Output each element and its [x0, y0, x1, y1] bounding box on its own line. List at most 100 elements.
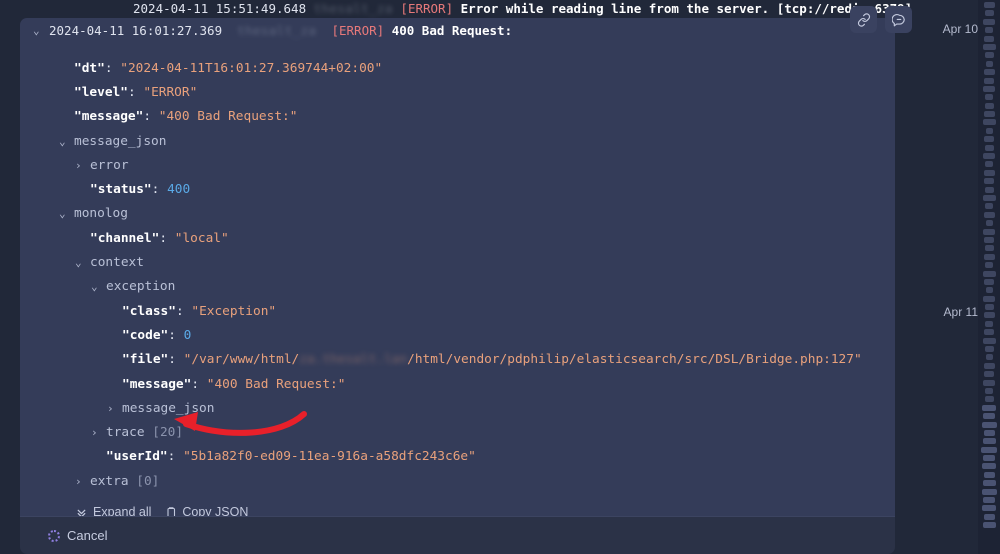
chevron-down-icon[interactable]: ⌄	[33, 18, 49, 44]
json-colon: :	[151, 182, 168, 198]
minimap-line	[984, 329, 994, 336]
minimap-line	[982, 522, 996, 529]
json-value: "ERROR"	[143, 84, 198, 100]
json-row[interactable]: › error	[20, 153, 895, 177]
minimap-line	[983, 2, 995, 8]
json-node-name: message_json	[122, 400, 215, 416]
chevron-down-icon[interactable]: ⌄	[59, 207, 74, 220]
minimap-line	[983, 513, 995, 520]
minimap-line	[984, 178, 994, 185]
minimap-line	[984, 10, 994, 17]
json-row: "file": "/var/www/html/za.thesalt.lan/ht…	[20, 348, 895, 372]
minimap-line	[982, 43, 996, 50]
minimap-line	[985, 354, 993, 361]
row-action-buttons	[850, 6, 912, 33]
log-timestamp: 2024-04-11 15:51:49.648	[133, 1, 307, 16]
minimap-line	[985, 127, 993, 134]
json-key: "level"	[74, 84, 128, 100]
panel-footer: Cancel	[20, 516, 895, 554]
minimap-line	[982, 270, 996, 277]
json-node-name: message_json	[74, 133, 167, 149]
json-colon: :	[167, 449, 184, 465]
json-node-name: trace	[106, 425, 145, 441]
minimap-line	[985, 262, 993, 269]
log-viewer-root: 2024-04-11 15:51:49.648 thesalt_za [ERRO…	[0, 0, 1000, 554]
json-colon: :	[168, 352, 184, 368]
minimap-line	[983, 455, 995, 462]
minimap-line	[984, 102, 994, 109]
json-node-name: error	[90, 157, 129, 173]
comment-icon	[891, 13, 906, 27]
link-icon-button[interactable]	[850, 6, 877, 33]
minimap-line	[984, 77, 994, 84]
json-value-path-suffix: /html/vendor/pdphilip/elasticsearch/src/…	[407, 352, 862, 368]
json-key: "class"	[122, 303, 176, 319]
minimap-line	[984, 236, 994, 243]
minimap-line	[982, 480, 996, 487]
comment-icon-button[interactable]	[885, 6, 912, 33]
cancel-label: Cancel	[67, 528, 108, 543]
json-row[interactable]: › extra [0]	[20, 469, 895, 493]
json-node-name: context	[90, 255, 144, 271]
minimap-line	[984, 136, 994, 143]
minimap-line	[985, 220, 993, 227]
json-key: "message"	[122, 376, 192, 392]
json-value: 0	[183, 327, 192, 343]
minimap-line	[985, 161, 993, 168]
minimap-line	[985, 203, 993, 210]
chevron-right-icon[interactable]: ›	[91, 426, 106, 439]
json-row[interactable]: ⌄ exception	[20, 275, 895, 299]
minimap-scrollbar[interactable]	[978, 0, 1000, 554]
minimap-line	[984, 346, 994, 353]
json-row: "dt": "2024-04-11T16:01:27.369744+02:00"	[20, 56, 895, 80]
minimap-line	[982, 404, 996, 411]
json-colon: :	[159, 230, 175, 246]
minimap-line	[981, 488, 997, 495]
json-key: "code"	[122, 327, 169, 343]
json-row[interactable]: ⌄ monolog	[20, 202, 895, 226]
gutter-date-label: Apr 11	[943, 305, 978, 319]
json-colon: :	[104, 60, 121, 76]
json-row: "code": 0	[20, 323, 895, 347]
minimap-line	[983, 379, 995, 386]
log-line-expanded-header[interactable]: ⌄ 2024-04-11 16:01:27.369 thesalt_za [ER…	[20, 18, 895, 44]
chevron-right-icon[interactable]: ›	[75, 159, 90, 172]
json-row[interactable]: ⌄ context	[20, 250, 895, 274]
json-key: "message"	[74, 109, 144, 125]
json-row: "message": "400 Bad Request:"	[20, 372, 895, 396]
expanded-message: 400 Bad Request:	[391, 23, 513, 38]
chevron-down-icon[interactable]: ⌄	[59, 135, 74, 148]
minimap-line	[984, 278, 994, 285]
json-value: "local"	[174, 230, 229, 246]
chevron-down-icon[interactable]: ⌄	[75, 256, 90, 269]
minimap-line	[983, 429, 995, 436]
json-value: 400	[167, 182, 191, 198]
json-value-path-prefix: "/var/www/html/	[183, 352, 300, 368]
minimap-line	[985, 27, 993, 34]
json-key: "dt"	[74, 60, 105, 76]
json-row[interactable]: › message_json	[20, 396, 895, 420]
json-colon: :	[175, 303, 192, 319]
expanded-source-redacted: thesalt_za	[237, 23, 317, 38]
chevron-right-icon[interactable]: ›	[75, 475, 90, 488]
json-value: "400 Bad Request:"	[206, 376, 346, 392]
json-row: "message": "400 Bad Request:"	[20, 105, 895, 129]
minimap-line	[984, 396, 994, 403]
json-value: "5b1a82f0-ed09-11ea-916a-a58dfc243c6e"	[183, 449, 476, 465]
log-level-badge: [ERROR]	[400, 1, 454, 16]
json-row[interactable]: ⌄ message_json	[20, 129, 895, 153]
json-row: "status": 400	[20, 177, 895, 201]
minimap-line	[983, 312, 995, 319]
cancel-button[interactable]: Cancel	[48, 528, 107, 543]
minimap-line	[984, 144, 994, 151]
json-key: "userId"	[106, 449, 168, 465]
json-row[interactable]: › trace [20]	[20, 420, 895, 444]
minimap-line	[984, 186, 994, 193]
chevron-right-icon[interactable]: ›	[107, 402, 122, 415]
json-tree: "dt": "2024-04-11T16:01:27.369744+02:00"…	[20, 44, 895, 493]
minimap-line	[984, 52, 994, 59]
json-node-name: monolog	[74, 206, 128, 222]
chevron-down-icon[interactable]: ⌄	[91, 280, 106, 293]
json-colon: :	[168, 327, 184, 343]
minimap-line	[984, 245, 994, 252]
